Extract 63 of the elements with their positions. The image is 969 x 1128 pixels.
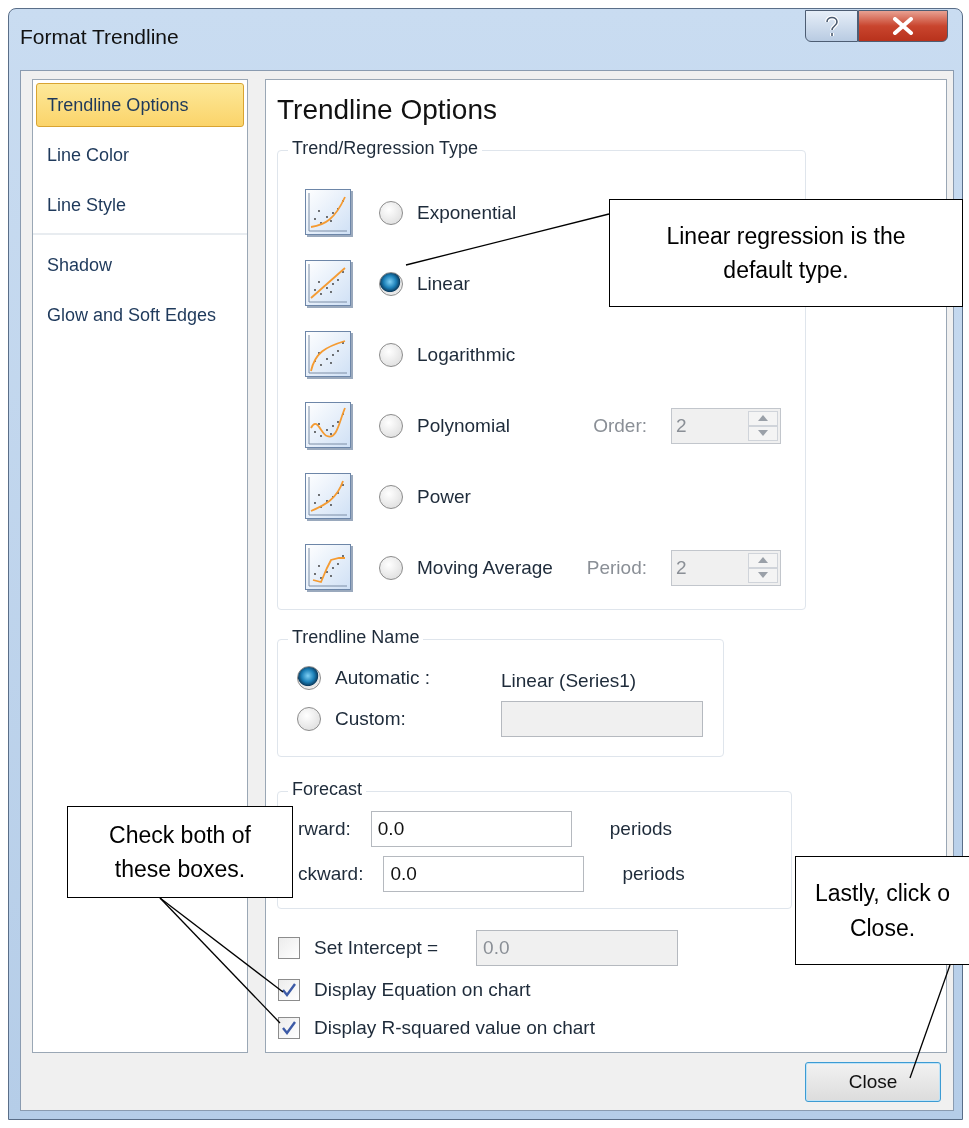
caret-up-icon: [758, 557, 768, 563]
radio-button[interactable]: [297, 707, 321, 731]
spin-up-button[interactable]: [748, 552, 778, 568]
checkbox-label[interactable]: Display Equation on chart: [314, 979, 531, 1001]
option-label[interactable]: Linear: [417, 272, 470, 295]
radio-button[interactable]: [379, 413, 403, 438]
spin-up-button[interactable]: [748, 410, 778, 426]
radio-button[interactable]: [379, 342, 403, 367]
close-button[interactable]: [858, 10, 948, 42]
option-label[interactable]: Moving Average: [417, 556, 553, 579]
category-item[interactable]: Glow and Soft Edges: [36, 293, 244, 337]
callout-text: default type.: [723, 256, 849, 285]
radio-button[interactable]: [379, 271, 403, 296]
trendline-chart-icon: [305, 188, 353, 237]
checkbox-label[interactable]: Set Intercept =: [314, 937, 439, 959]
help-button[interactable]: [805, 10, 858, 42]
help-icon: [823, 15, 840, 37]
category-item[interactable]: Line Color: [36, 133, 244, 177]
option-label[interactable]: Power: [417, 485, 471, 508]
category-item[interactable]: Line Style: [36, 183, 244, 227]
input-field[interactable]: [501, 701, 703, 737]
caret-down-icon: [758, 572, 768, 578]
caret-down-icon: [758, 430, 768, 436]
option-label[interactable]: Exponential: [417, 201, 517, 224]
radio-button[interactable]: [379, 484, 403, 509]
trendline-chart-icon: [305, 401, 353, 450]
group-title: Trend/Regression Type: [288, 138, 483, 159]
category-item[interactable]: Shadow: [36, 243, 244, 287]
name-value: Linear (Series1): [501, 670, 637, 692]
panel-heading: Trendline Options: [277, 94, 498, 126]
input-field[interactable]: 0.0: [383, 855, 585, 892]
trendline-chart-icon: [305, 543, 353, 592]
option-label[interactable]: Custom:: [335, 708, 501, 730]
callout-text: these boxes.: [114, 855, 246, 884]
callout-text: Close.: [849, 913, 916, 943]
checkbox[interactable]: [278, 937, 300, 959]
radio-button[interactable]: [379, 200, 403, 225]
param-label: Period:: [586, 556, 647, 579]
checkbox[interactable]: [278, 1017, 300, 1039]
callout-text: Lastly, click o: [814, 879, 951, 908]
field-label: rward:: [298, 817, 351, 840]
checkbox[interactable]: [278, 979, 300, 1001]
option-label[interactable]: Polynomial: [417, 414, 510, 437]
trendline-chart-icon: [305, 472, 353, 521]
param-label: Order:: [593, 414, 647, 437]
option-label[interactable]: Logarithmic: [417, 343, 516, 366]
trendline-chart-icon: [305, 330, 353, 379]
close-button[interactable]: Close: [805, 1062, 941, 1102]
input-field[interactable]: 0.0: [370, 810, 572, 847]
caret-up-icon: [758, 415, 768, 421]
radio-button[interactable]: [379, 555, 403, 580]
unit-label: periods: [609, 817, 673, 840]
option-label[interactable]: Automatic :: [335, 667, 501, 689]
category-item[interactable]: Trendline Options: [36, 83, 244, 127]
checkbox-label[interactable]: Display R-squared value on chart: [314, 1017, 595, 1039]
callout-text: Check both of: [109, 820, 251, 850]
trendline-chart-icon: [305, 259, 353, 308]
close-icon: [892, 17, 914, 35]
field-label: ckward:: [298, 862, 364, 885]
radio-button[interactable]: [297, 666, 321, 690]
window-title: Format Trendline: [20, 25, 179, 49]
callout-text: Linear regression is the: [666, 221, 906, 251]
unit-label: periods: [622, 862, 685, 885]
